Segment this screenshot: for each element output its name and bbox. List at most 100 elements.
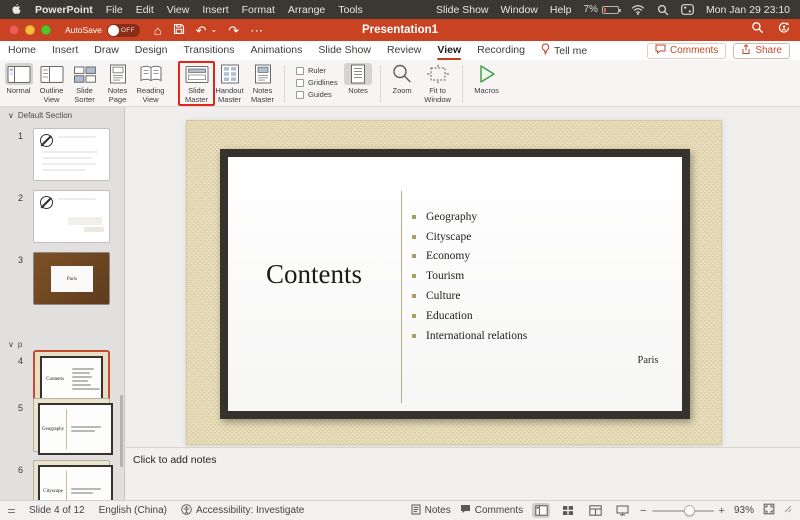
- macros-button[interactable]: Macros: [469, 63, 505, 95]
- section-p[interactable]: ∨ p: [8, 340, 22, 349]
- tab-view[interactable]: View: [437, 42, 461, 59]
- slide-canvas-burlap[interactable]: Contents Geography Cityscape Economy Tou…: [186, 120, 722, 445]
- save-icon[interactable]: [173, 23, 185, 38]
- slide-thumbnail-6[interactable]: Cityscape: [33, 460, 110, 501]
- slide-4-number: 4: [18, 356, 23, 366]
- tab-animations[interactable]: Animations: [250, 42, 302, 59]
- undo-dropdown-chevron-icon[interactable]: ⌄: [211, 26, 218, 34]
- tab-design[interactable]: Design: [135, 42, 168, 59]
- share-button[interactable]: Share: [733, 43, 790, 59]
- control-center-icon[interactable]: [681, 4, 694, 15]
- slide-bullet-list[interactable]: Geography Cityscape Economy Tourism Cult…: [412, 207, 527, 346]
- sidebar-scrollbar[interactable]: [120, 395, 123, 467]
- tab-draw[interactable]: Draw: [94, 42, 119, 59]
- slide-5-mini-title: Geography: [40, 405, 66, 453]
- slide-surface[interactable]: Contents Geography Cityscape Economy Tou…: [228, 157, 682, 411]
- menu-file[interactable]: File: [106, 4, 123, 16]
- slide-count-status: Slide 4 of 12: [29, 505, 85, 516]
- slide-sorter-button[interactable]: Slide Sorter: [69, 63, 100, 104]
- menu-powerpoint[interactable]: PowerPoint: [35, 4, 93, 16]
- tab-transitions[interactable]: Transitions: [183, 42, 234, 59]
- close-window-button[interactable]: [9, 25, 19, 35]
- notes-toggle-button[interactable]: Notes: [411, 504, 451, 518]
- handout-master-button[interactable]: Handout Master: [214, 63, 245, 104]
- menubar-clock[interactable]: Mon Jan 29 23:10: [706, 4, 790, 16]
- normal-view-status-button[interactable]: [532, 503, 550, 518]
- zoom-button[interactable]: Zoom: [387, 63, 418, 95]
- menu-tools[interactable]: Tools: [338, 4, 363, 16]
- autosave-toggle[interactable]: OFF: [107, 24, 140, 37]
- battery-indicator[interactable]: 7%: [583, 4, 618, 15]
- checkbox-icon: [296, 67, 304, 75]
- apple-icon[interactable]: [10, 3, 22, 16]
- zoom-out-icon[interactable]: −: [640, 505, 646, 517]
- notes-page-icon: [104, 63, 132, 85]
- zoom-slider-track[interactable]: [652, 510, 714, 512]
- zoom-slider-knob[interactable]: [684, 505, 695, 516]
- spotlight-search-icon[interactable]: [657, 4, 669, 16]
- redo-icon[interactable]: ↷: [228, 24, 239, 37]
- menu-format[interactable]: Format: [242, 4, 275, 16]
- menu-slideshow[interactable]: Slide Show: [436, 4, 489, 16]
- gridlines-checkbox[interactable]: Gridlines: [296, 78, 338, 87]
- menu-window[interactable]: Window: [501, 4, 538, 16]
- outline-view-button[interactable]: Outline View: [36, 63, 67, 104]
- wifi-icon[interactable]: [631, 4, 645, 15]
- menu-edit[interactable]: Edit: [136, 4, 154, 16]
- slide-thumbnail-2[interactable]: [33, 190, 110, 243]
- fit-slide-to-window-button[interactable]: [763, 503, 775, 518]
- notes-page-button[interactable]: Notes Page: [102, 63, 133, 104]
- tab-slide-show[interactable]: Slide Show: [318, 42, 371, 59]
- ruler-checkbox[interactable]: Ruler: [296, 66, 338, 75]
- slide-thumbnail-3[interactable]: Paris: [33, 252, 110, 305]
- slide-thumbnail-1[interactable]: [33, 128, 110, 181]
- slide-master-button[interactable]: Slide Master: [181, 63, 212, 104]
- notes-button[interactable]: Notes: [343, 63, 374, 95]
- tab-recording[interactable]: Recording: [477, 42, 525, 59]
- comments-toggle-button[interactable]: Comments: [460, 504, 523, 517]
- zoom-window-button[interactable]: [41, 25, 51, 35]
- menu-arrange[interactable]: Arrange: [288, 4, 325, 16]
- more-commands-icon[interactable]: ⋯: [250, 24, 263, 37]
- autosave-control[interactable]: AutoSave OFF: [65, 24, 140, 37]
- fit-to-window-button[interactable]: Fit to Window: [420, 63, 456, 104]
- resize-grip-icon: [784, 505, 792, 516]
- language-status[interactable]: English (China): [99, 505, 167, 516]
- menu-insert[interactable]: Insert: [202, 4, 228, 16]
- home-icon[interactable]: ⌂: [154, 24, 162, 37]
- guides-checkbox[interactable]: Guides: [296, 90, 338, 99]
- minimize-window-button[interactable]: [25, 25, 35, 35]
- zoom-slider[interactable]: − +: [640, 505, 725, 517]
- accessibility-status[interactable]: Accessibility: Investigate: [181, 504, 304, 518]
- zoom-in-icon[interactable]: +: [719, 505, 725, 517]
- tab-review[interactable]: Review: [387, 42, 421, 59]
- tab-insert[interactable]: Insert: [52, 42, 78, 59]
- tab-home[interactable]: Home: [8, 42, 36, 59]
- slide-sorter-status-button[interactable]: [559, 503, 577, 518]
- comments-button[interactable]: Comments: [647, 43, 726, 59]
- reading-view-status-button[interactable]: [586, 503, 604, 518]
- tell-me-control[interactable]: Tell me: [541, 43, 587, 58]
- search-icon[interactable]: [751, 21, 764, 39]
- reading-view-button[interactable]: Reading View: [135, 63, 166, 104]
- notes-toggle-icon: [411, 504, 421, 518]
- section-default[interactable]: ∨ Default Section: [8, 111, 72, 120]
- comments-button-label: Comments: [670, 45, 718, 56]
- slide-title[interactable]: Contents: [266, 259, 362, 290]
- notes-master-button[interactable]: Notes Master: [247, 63, 278, 104]
- slide-editing-area: Contents Geography Cityscape Economy Tou…: [126, 107, 800, 447]
- menu-view[interactable]: View: [167, 4, 190, 16]
- menu-help[interactable]: Help: [550, 4, 572, 16]
- sync-user-icon[interactable]: [777, 21, 791, 39]
- slide-picture-frame[interactable]: Contents Geography Cityscape Economy Tou…: [220, 149, 690, 419]
- slide-footer-text[interactable]: Paris: [628, 355, 668, 366]
- slideshow-status-button[interactable]: [613, 503, 631, 518]
- normal-view-button[interactable]: Normal: [3, 63, 34, 95]
- pane-grip-icon[interactable]: [8, 509, 15, 513]
- section-p-label: p: [18, 340, 22, 349]
- undo-icon[interactable]: ↶: [196, 24, 207, 37]
- slide-thumbnail-5[interactable]: Geography: [33, 398, 110, 452]
- notes-placeholder[interactable]: Click to add notes: [133, 454, 216, 466]
- notes-panel[interactable]: Click to add notes: [126, 447, 800, 500]
- zoom-percentage[interactable]: 93%: [734, 505, 754, 516]
